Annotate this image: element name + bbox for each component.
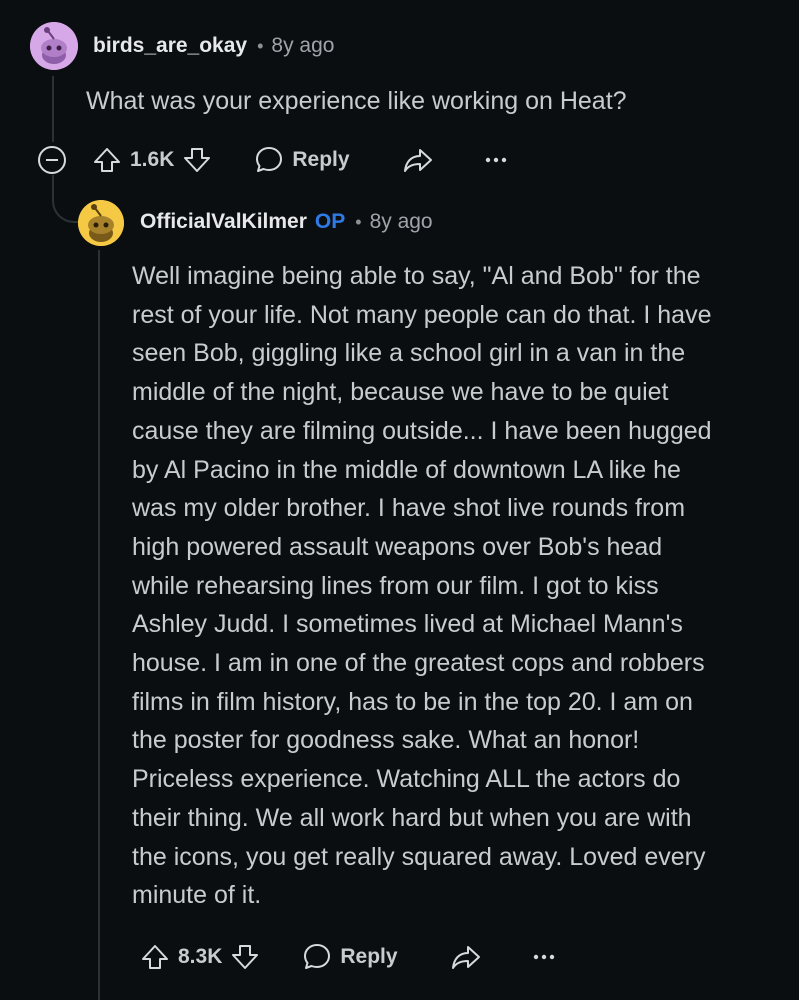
reply-comment-body: Well imagine being able to say, "Al and … bbox=[132, 257, 792, 915]
upvote-button[interactable] bbox=[140, 942, 170, 972]
comment-line: rest of your life. Not many people can d… bbox=[132, 300, 712, 329]
upvote-button[interactable] bbox=[92, 145, 122, 175]
avatar[interactable] bbox=[78, 200, 124, 246]
separator-dot: • bbox=[257, 35, 264, 56]
comment-line: middle of the night, because we have to … bbox=[132, 378, 669, 407]
op-badge: OP bbox=[314, 210, 346, 233]
snoo-avatar-icon bbox=[78, 200, 124, 246]
downvote-icon bbox=[184, 148, 211, 172]
downvote-icon bbox=[232, 945, 259, 969]
parent-comment-meta: birds_are_okay • 8y ago bbox=[93, 30, 334, 62]
parent-comment-body: What was your experience like working on… bbox=[86, 87, 627, 115]
thread-connector bbox=[52, 175, 80, 223]
comment-line: cause they are filming outside... I have… bbox=[132, 416, 712, 445]
reply-button[interactable]: Reply bbox=[302, 942, 398, 972]
reply-label: Reply bbox=[292, 148, 350, 171]
collapse-icon bbox=[38, 146, 66, 174]
comment-line: the poster for goodness sake. What an ho… bbox=[132, 726, 640, 755]
share-button[interactable] bbox=[450, 942, 482, 972]
more-dots-icon bbox=[485, 157, 506, 163]
timestamp: 8y ago bbox=[271, 34, 335, 57]
upvote-icon bbox=[142, 945, 168, 969]
separator-dot: • bbox=[355, 211, 362, 232]
more-dots-icon bbox=[533, 954, 554, 960]
upvote-icon bbox=[94, 148, 120, 172]
comment-line: their thing. We all work hard but when y… bbox=[132, 803, 692, 832]
comment-line: minute of it. bbox=[132, 881, 262, 910]
comment-line: Ashley Judd. I sometimes lived at Michae… bbox=[132, 610, 683, 639]
downvote-button[interactable] bbox=[182, 145, 212, 175]
comment-line: house. I am in one of the greatest cops … bbox=[132, 649, 705, 678]
reply-label: Reply bbox=[340, 945, 398, 968]
comment-line: Priceless experience. Watching ALL the a… bbox=[132, 765, 681, 794]
thread-line-reply bbox=[98, 250, 100, 1000]
comment-line: films in film history, has to be in the … bbox=[132, 687, 693, 716]
snoo-avatar-icon bbox=[30, 22, 78, 70]
username[interactable]: OfficialValKilmer bbox=[140, 210, 307, 234]
share-icon bbox=[451, 946, 480, 969]
more-options-button[interactable] bbox=[532, 952, 556, 962]
comment-line: seen Bob, giggling like a school girl in… bbox=[132, 339, 686, 368]
reply-action-bar: 8.3K Reply bbox=[140, 937, 556, 977]
thread-line-parent bbox=[52, 76, 54, 142]
collapse-thread-button[interactable] bbox=[37, 145, 67, 175]
more-options-button[interactable] bbox=[484, 155, 508, 165]
vote-count: 8.3K bbox=[178, 945, 223, 968]
username[interactable]: birds_are_okay bbox=[93, 34, 247, 58]
comment-bubble-icon bbox=[304, 944, 331, 969]
downvote-button[interactable] bbox=[230, 942, 260, 972]
share-icon bbox=[403, 149, 432, 172]
vote-count: 1.6K bbox=[130, 148, 175, 171]
reply-button[interactable]: Reply bbox=[254, 145, 350, 175]
comment-line: while rehearsing lines from our film. I … bbox=[132, 571, 659, 600]
comment-bubble-icon bbox=[256, 147, 283, 172]
reply-comment-meta: OfficialValKilmer OP • 8y ago bbox=[140, 206, 433, 238]
comment-line: by Al Pacino in the middle of downtown L… bbox=[132, 455, 681, 484]
comment-line: Well imagine being able to say, "Al and … bbox=[132, 262, 701, 290]
share-button[interactable] bbox=[402, 145, 434, 175]
comment-line: high powered assault weapons over Bob's … bbox=[132, 532, 663, 561]
comment-line: was my older brother. I have shot live r… bbox=[132, 494, 686, 523]
timestamp: 8y ago bbox=[369, 210, 433, 233]
avatar[interactable] bbox=[30, 22, 78, 70]
comment-line: the icons, you get really squared away. … bbox=[132, 842, 706, 871]
parent-action-bar: 1.6K Reply bbox=[92, 140, 508, 180]
